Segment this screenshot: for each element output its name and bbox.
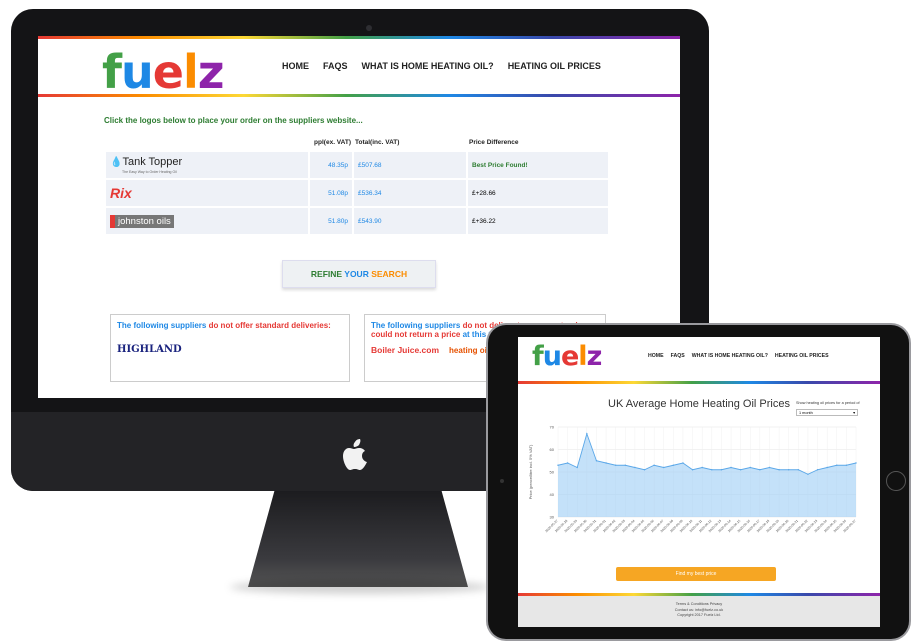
chart-title: UK Average Home Heating Oil Prices: [608, 398, 790, 410]
data-point: [826, 466, 828, 469]
data-point: [701, 466, 703, 469]
y-tick-label: 40: [550, 492, 555, 497]
tablet-screen: fuelz HOME FAQS WHAT IS HOME HEATING OIL…: [518, 337, 880, 627]
y-tick-label: 50: [550, 470, 555, 475]
data-point: [749, 466, 751, 469]
ppl-value: 48.35p: [310, 152, 352, 178]
nav-oil-prices[interactable]: HEATING OIL PRICES: [775, 353, 829, 359]
nav-what-is-oil[interactable]: WHAT IS HOME HEATING OIL?: [692, 353, 768, 359]
table-row: 💧Tank Topper The Easy Way to Order Heati…: [106, 152, 608, 178]
data-point: [720, 469, 723, 471]
data-point: [634, 466, 636, 469]
rainbow-stripe: [518, 381, 880, 384]
supplier-logo-rix[interactable]: Rix: [106, 180, 308, 206]
data-point: [653, 464, 655, 466]
instruction-text: Click the logos below to place your orde…: [104, 116, 363, 125]
y-tick-label: 60: [550, 447, 555, 452]
data-point: [691, 469, 694, 471]
data-point: [682, 462, 684, 464]
supplier-logo-tank-topper[interactable]: 💧Tank Topper The Easy Way to Order Heati…: [106, 152, 308, 178]
footer-copyright: Copyright 2017 Fuelz Ltd.: [677, 613, 721, 617]
data-point: [797, 469, 800, 471]
total-value: £507.68: [354, 152, 466, 178]
period-select[interactable]: 1 month ▾: [796, 409, 858, 416]
ipad-frame: fuelz HOME FAQS WHAT IS HOME HEATING OIL…: [488, 325, 909, 639]
data-point: [807, 473, 809, 475]
nav-oil-prices[interactable]: HEATING OIL PRICES: [508, 61, 601, 71]
data-point: [672, 464, 675, 466]
data-point: [643, 469, 646, 471]
period-label: Show heating oil prices for a period of: [796, 401, 860, 405]
main-nav: HOME FAQS WHAT IS HOME HEATING OIL? HEAT…: [648, 353, 829, 359]
data-point: [855, 462, 857, 464]
total-value: £536.34: [354, 180, 466, 206]
col-diff: Price Difference: [469, 138, 519, 146]
data-point: [566, 462, 569, 464]
data-point: [788, 469, 790, 471]
nav-home[interactable]: HOME: [282, 61, 309, 71]
apple-logo-icon: [343, 439, 367, 470]
price-chart: 30405060702020-05-272020-05-282020-05-29…: [528, 425, 857, 534]
no-standard-delivery-box: The following suppliers do not offer sta…: [110, 314, 350, 382]
data-point: [768, 466, 771, 469]
data-point: [845, 464, 848, 466]
series-area: [558, 433, 856, 517]
total-value: £543.90: [354, 208, 466, 234]
y-tick-label: 30: [550, 515, 555, 520]
desktop-navbar: fuelz HOME FAQS WHAT IS HOME HEATING OIL…: [38, 39, 680, 99]
data-point: [595, 460, 598, 462]
y-tick-label: 70: [550, 425, 555, 430]
price-diff: £+36.22: [468, 208, 608, 234]
footer: Terms & Conditions Privacy Contact us: i…: [518, 596, 880, 627]
y-axis-label: Price (pence/litre incl. 5% VAT): [528, 444, 533, 499]
data-point: [605, 462, 607, 464]
boilerjuice-logo[interactable]: Boiler Juice.com: [371, 345, 439, 355]
refine-search-button[interactable]: REFINE YOUR SEARCH: [282, 260, 436, 288]
data-point: [816, 469, 819, 471]
nav-faqs[interactable]: FAQS: [323, 61, 348, 71]
data-point: [836, 464, 838, 466]
nav-what-is-oil[interactable]: WHAT IS HOME HEATING OIL?: [362, 61, 494, 71]
data-point: [586, 433, 588, 435]
supplier-table: ppl(ex. VAT) Total(inc. VAT) Price Diffe…: [104, 132, 610, 236]
ppl-value: 51.80p: [310, 208, 352, 234]
find-best-price-button[interactable]: Find my best price: [616, 567, 776, 581]
chevron-down-icon: ▾: [853, 411, 855, 415]
supplier-logo-johnston[interactable]: johnston oils: [106, 208, 308, 234]
data-point: [739, 469, 742, 471]
data-point: [614, 464, 617, 466]
ppl-value: 51.08p: [310, 180, 352, 206]
price-diff: Best Price Found!: [468, 152, 608, 178]
nav-faqs[interactable]: FAQS: [671, 353, 685, 359]
fuelz-logo[interactable]: fuelz: [102, 45, 225, 99]
fuelz-logo[interactable]: fuelz: [532, 341, 602, 372]
data-point: [663, 466, 665, 469]
camera-icon: [366, 25, 372, 31]
data-point: [711, 469, 713, 471]
data-point: [624, 464, 626, 466]
data-point: [730, 466, 732, 469]
camera-icon: [500, 479, 504, 483]
col-total: Total(inc. VAT): [355, 138, 400, 146]
imac-stand: [248, 491, 468, 587]
main-nav: HOME FAQS WHAT IS HOME HEATING OIL? HEAT…: [282, 61, 601, 71]
col-ppl: ppl(ex. VAT): [314, 138, 351, 146]
table-row: johnston oils 51.80p £543.90 £+36.22: [106, 208, 608, 234]
price-diff: £+28.66: [468, 180, 608, 206]
stand-shadow: [230, 580, 490, 594]
highland-logo[interactable]: HIGHLAND: [117, 344, 343, 355]
data-point: [778, 469, 780, 471]
data-point: [576, 466, 578, 469]
nav-home[interactable]: HOME: [648, 353, 664, 359]
table-row: Rix 51.08p £536.34 £+28.66: [106, 180, 608, 206]
home-button: [886, 471, 906, 491]
data-point: [557, 464, 559, 466]
data-point: [759, 469, 761, 471]
